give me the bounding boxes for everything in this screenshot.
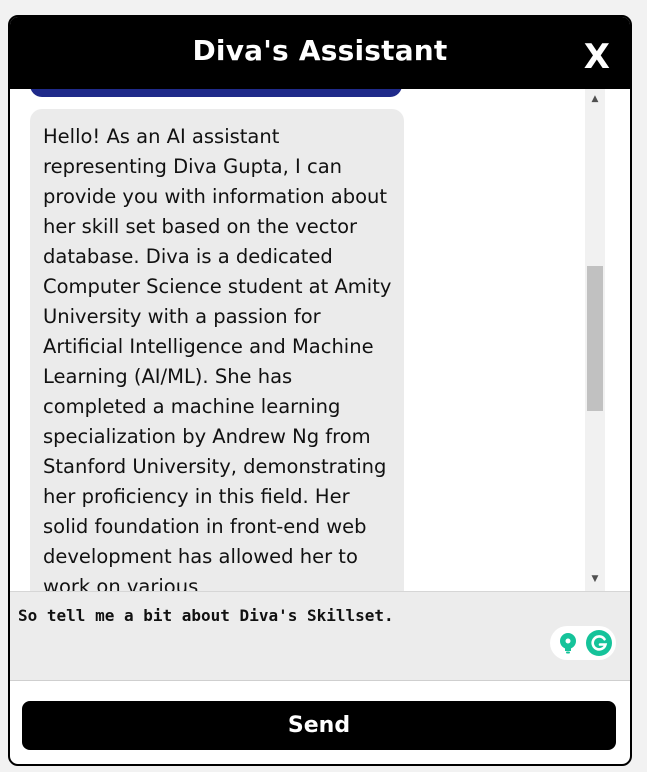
- assistant-message-bubble: Hello! As an AI assistant representing D…: [30, 109, 404, 591]
- chat-window: Diva's Assistant X Hello! As an AI assis…: [8, 15, 632, 766]
- chat-header: Diva's Assistant X: [10, 17, 630, 89]
- message-list-scrollbar[interactable]: ▲ ▼: [585, 89, 605, 591]
- message-list[interactable]: Hello! As an AI assistant representing D…: [10, 89, 586, 591]
- scroll-down-arrow-icon[interactable]: ▼: [585, 571, 605, 588]
- window-gutter: [605, 89, 630, 591]
- message-input[interactable]: So tell me a bit about Diva's Skillset.: [18, 606, 538, 625]
- message-input-area[interactable]: So tell me a bit about Diva's Skillset.: [10, 591, 630, 681]
- grammarly-icon[interactable]: [586, 630, 612, 656]
- grammarly-widget[interactable]: [550, 626, 616, 660]
- scroll-thumb[interactable]: [587, 266, 603, 411]
- send-button[interactable]: Send: [22, 701, 616, 750]
- lightbulb-icon[interactable]: [556, 631, 580, 655]
- close-icon[interactable]: X: [584, 37, 610, 77]
- chat-title: Diva's Assistant: [192, 34, 448, 67]
- assistant-message-text: Hello! As an AI assistant representing D…: [43, 125, 392, 591]
- user-message-bubble: [30, 89, 402, 97]
- scroll-up-arrow-icon[interactable]: ▲: [585, 91, 605, 108]
